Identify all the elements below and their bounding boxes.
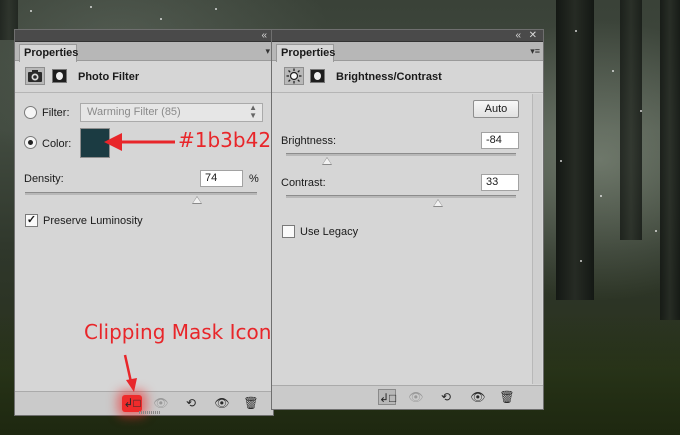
- preserve-luminosity-checkbox[interactable]: ✓: [25, 214, 38, 227]
- contrast-slider-track[interactable]: [286, 195, 516, 198]
- clipping-mask-icon[interactable]: ↲□: [123, 395, 141, 411]
- tab-properties[interactable]: Properties: [276, 44, 335, 62]
- sparkle: [215, 8, 217, 10]
- reset-icon[interactable]: ⟲: [182, 395, 200, 411]
- filter-radio[interactable]: [24, 106, 37, 119]
- panel-title: Photo Filter: [78, 71, 140, 83]
- sparkle: [612, 70, 614, 72]
- view-previous-icon[interactable]: 👁: [407, 389, 425, 405]
- density-label: Density:: [24, 173, 64, 185]
- use-legacy-label: Use Legacy: [300, 226, 359, 238]
- color-annotation: #1b3b42: [178, 128, 272, 152]
- density-input[interactable]: 74: [200, 170, 243, 187]
- sparkle: [640, 110, 642, 112]
- contrast-label: Contrast:: [281, 177, 326, 189]
- panel-topbar: «: [15, 30, 273, 42]
- panel-scrollbar[interactable]: [532, 94, 542, 384]
- panel-footer: ↲□ 👁 ⟲ 👁 🗑: [15, 391, 273, 415]
- sparkle: [655, 230, 657, 232]
- brightness-input[interactable]: -84: [481, 132, 519, 149]
- tree-trunk: [620, 0, 642, 240]
- panel-menu-icon[interactable]: ▾: [265, 45, 270, 57]
- layer-mask-icon[interactable]: [52, 69, 67, 83]
- sparkle: [575, 30, 577, 32]
- clipping-mask-icon[interactable]: ↲□: [378, 389, 396, 405]
- sparkle: [580, 260, 582, 262]
- collapse-panel-icon[interactable]: «: [515, 30, 521, 42]
- density-unit: %: [249, 173, 259, 185]
- density-slider-track[interactable]: [25, 192, 257, 195]
- sparkle: [30, 10, 32, 12]
- brightness-sun-icon: [284, 67, 304, 85]
- resize-grip[interactable]: [139, 411, 161, 414]
- layer-mask-icon[interactable]: [310, 69, 325, 83]
- panel-topbar: « ✕: [272, 30, 543, 42]
- view-previous-icon[interactable]: 👁: [152, 395, 170, 411]
- photo-filter-icon: [25, 67, 45, 85]
- visibility-eye-icon[interactable]: 👁: [213, 395, 231, 411]
- filter-label: Filter:: [42, 107, 70, 119]
- auto-button[interactable]: Auto: [473, 100, 519, 118]
- chevron-updown-icon: ▲ ▼: [249, 103, 257, 120]
- reset-icon[interactable]: ⟲: [437, 389, 455, 405]
- properties-panel-photo-filter: « Properties ▾ Photo Filter Filter: Warm…: [14, 29, 274, 416]
- tab-bar: Properties ▾: [15, 42, 273, 62]
- panel-title: Brightness/Contrast: [336, 71, 442, 83]
- filter-select-value: Warming Filter (85): [87, 106, 181, 118]
- collapse-panel-icon[interactable]: «: [261, 30, 267, 42]
- panel-footer: ↲□ 👁 ⟲ 👁 🗑: [272, 385, 543, 409]
- sparkle: [560, 160, 562, 162]
- density-slider-thumb[interactable]: [191, 196, 202, 204]
- panel-menu-icon[interactable]: ▾≡: [530, 45, 540, 57]
- color-radio[interactable]: [24, 136, 37, 149]
- brightness-slider-thumb[interactable]: [322, 157, 333, 165]
- visibility-eye-icon[interactable]: 👁: [469, 389, 487, 405]
- adjustment-header: Photo Filter: [15, 61, 273, 93]
- preserve-luminosity-label: Preserve Luminosity: [43, 215, 143, 227]
- sparkle: [600, 195, 602, 197]
- brightness-label: Brightness:: [281, 135, 337, 147]
- brightness-slider-track[interactable]: [286, 153, 516, 156]
- color-swatch[interactable]: [80, 128, 110, 158]
- tree-trunk: [660, 0, 680, 320]
- contrast-input[interactable]: 33: [481, 174, 519, 191]
- tab-bar: Properties ▾≡: [272, 42, 543, 62]
- close-icon[interactable]: ✕: [529, 30, 537, 42]
- filter-select[interactable]: Warming Filter (85) ▲ ▼: [80, 103, 263, 122]
- tree-trunk: [556, 0, 594, 300]
- trash-icon[interactable]: 🗑: [498, 389, 516, 405]
- contrast-slider-thumb[interactable]: [432, 199, 443, 207]
- tab-properties[interactable]: Properties: [19, 44, 78, 62]
- color-label: Color:: [42, 138, 72, 150]
- trash-icon[interactable]: 🗑: [242, 395, 260, 411]
- clipping-mask-annotation: Clipping Mask Icon: [84, 320, 272, 344]
- adjustment-header: Brightness/Contrast: [272, 61, 543, 93]
- use-legacy-checkbox[interactable]: [282, 225, 295, 238]
- sparkle: [90, 6, 92, 8]
- properties-panel-brightness-contrast: « ✕ Properties ▾≡ Brightness/Contrast Au…: [271, 29, 544, 410]
- sparkle: [160, 18, 162, 20]
